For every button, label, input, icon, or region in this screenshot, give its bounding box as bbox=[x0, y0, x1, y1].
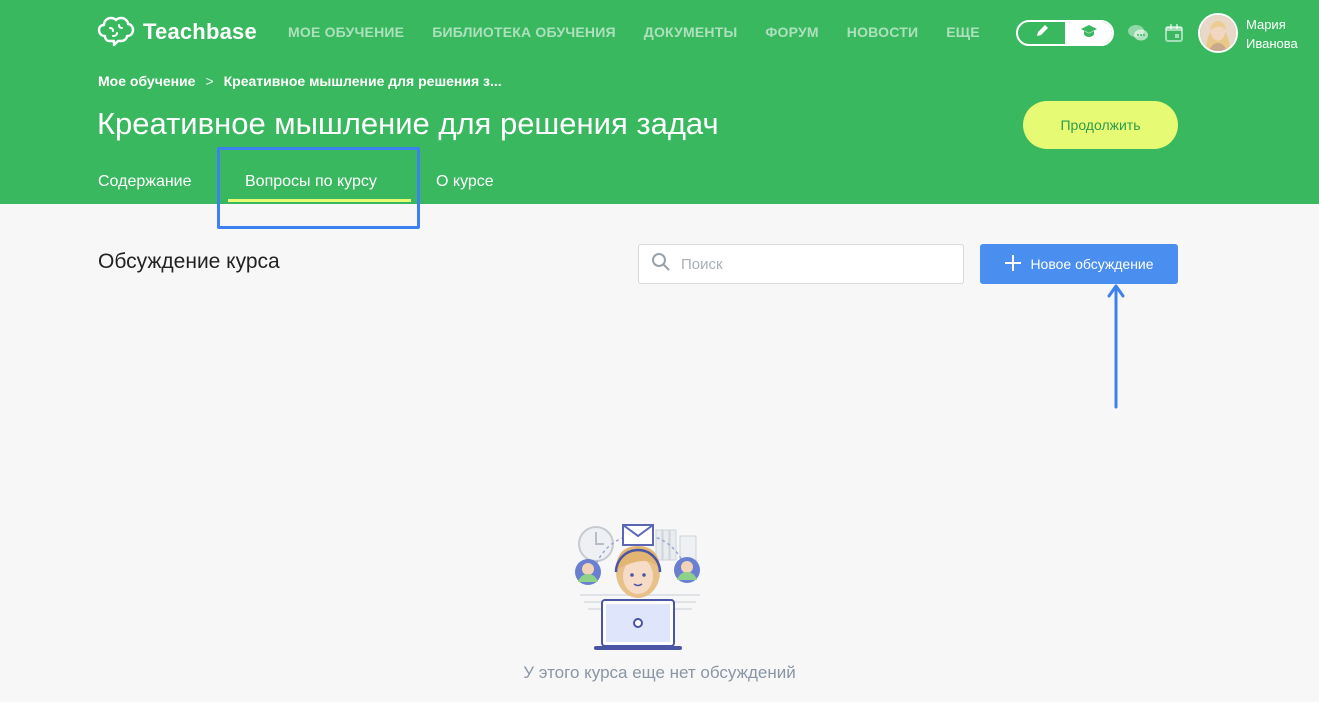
breadcrumb-chevron-icon: > bbox=[205, 73, 214, 89]
user-avatar[interactable] bbox=[1198, 13, 1238, 53]
nav-library[interactable]: БИБЛИОТЕКА ОБУЧЕНИЯ bbox=[432, 24, 616, 40]
breadcrumb: Мое обучение > Креативное мышление для р… bbox=[98, 73, 502, 89]
chat-icon[interactable] bbox=[1127, 22, 1149, 44]
logo-text: Teachbase bbox=[143, 19, 257, 44]
discussion-section-title: Обсуждение курса bbox=[98, 250, 280, 273]
teachbase-logo[interactable]: Teachbase bbox=[97, 16, 257, 48]
breadcrumb-current: Креативное мышление для решения з... bbox=[223, 73, 502, 89]
user-last-name: Иванова bbox=[1246, 36, 1298, 51]
nav-news[interactable]: НОВОСТИ bbox=[847, 24, 918, 40]
pencil-icon bbox=[1034, 23, 1050, 44]
nav-more[interactable]: ЕЩЕ bbox=[946, 24, 980, 40]
nav-forum[interactable]: ФОРУМ bbox=[765, 24, 818, 40]
top-navigation: МОЕ ОБУЧЕНИЕ БИБЛИОТЕКА ОБУЧЕНИЯ ДОКУМЕН… bbox=[288, 24, 980, 40]
top-header: Teachbase МОЕ ОБУЧЕНИЕ БИБЛИОТЕКА ОБУЧЕН… bbox=[0, 0, 1319, 204]
new-discussion-label: Новое обсуждение bbox=[1030, 256, 1154, 272]
search-icon bbox=[651, 252, 671, 277]
empty-state-illustration bbox=[570, 520, 710, 660]
user-name[interactable]: Мария Иванова bbox=[1246, 15, 1298, 53]
learn-mode-option[interactable] bbox=[1065, 22, 1112, 44]
tab-about-course[interactable]: О курсе bbox=[436, 173, 494, 191]
nav-documents[interactable]: ДОКУМЕНТЫ bbox=[644, 24, 738, 40]
plus-icon bbox=[1004, 254, 1022, 275]
course-title: Креативное мышление для решения задач bbox=[97, 106, 719, 141]
pointer-arrow bbox=[1106, 283, 1126, 416]
breadcrumb-root[interactable]: Мое обучение bbox=[98, 73, 195, 89]
continue-button[interactable]: Продолжить bbox=[1023, 101, 1178, 149]
edit-mode-option[interactable] bbox=[1018, 22, 1065, 44]
calendar-icon[interactable] bbox=[1163, 22, 1185, 44]
mode-toggle[interactable] bbox=[1016, 20, 1114, 46]
brain-icon bbox=[97, 16, 135, 48]
new-discussion-button[interactable]: Новое обсуждение bbox=[980, 244, 1178, 284]
tab-contents[interactable]: Содержание bbox=[98, 173, 192, 191]
empty-state-message: У этого курса еще нет обсуждений bbox=[523, 663, 796, 682]
discussion-search[interactable] bbox=[638, 244, 964, 284]
tab-highlight-frame bbox=[217, 147, 420, 229]
user-first-name: Мария bbox=[1246, 17, 1286, 32]
search-input[interactable] bbox=[681, 255, 941, 273]
graduation-cap-icon bbox=[1080, 24, 1098, 43]
nav-my-learning[interactable]: МОЕ ОБУЧЕНИЕ bbox=[288, 24, 404, 40]
